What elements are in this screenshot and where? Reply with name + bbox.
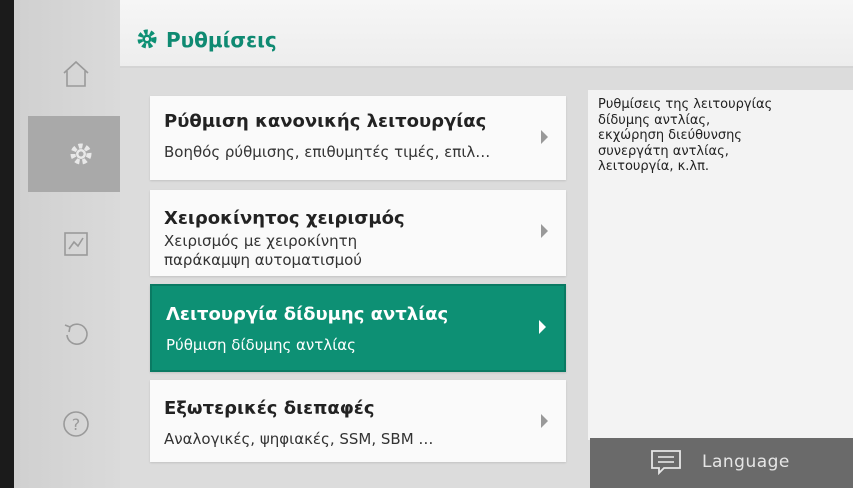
page-title: Ρυθμίσεις bbox=[166, 28, 277, 52]
menu-item-title: Ρύθμιση κανονικής λειτουργίας bbox=[164, 111, 487, 132]
menu-item-subtitle: Ρύθμιση δίδυμης αντλίας bbox=[166, 336, 356, 354]
sidebar-item-settings[interactable] bbox=[28, 116, 134, 192]
menu-item-normal-operation[interactable]: Ρύθμιση κανονικής λειτουργίας Βοηθός ρύθ… bbox=[150, 96, 566, 180]
chevron-right-icon bbox=[541, 414, 548, 428]
menu-item-title: Εξωτερικές διεπαφές bbox=[164, 398, 375, 419]
language-pointer bbox=[700, 478, 720, 488]
home-icon bbox=[63, 60, 89, 87]
sidebar-item-restore[interactable] bbox=[30, 296, 122, 372]
settings-icon bbox=[70, 143, 92, 165]
menu-item-subtitle: Χειρισμός με χειροκίνητη παράκαμψη αυτομ… bbox=[164, 232, 362, 269]
menu-item-title: Λειτουργία δίδυμης αντλίας bbox=[166, 304, 449, 325]
menu-item-title: Χειροκίνητος χειρισμός bbox=[164, 208, 405, 229]
language-button[interactable]: Language bbox=[590, 438, 853, 488]
svg-text:?: ? bbox=[72, 415, 81, 434]
info-text: Ρυθμίσεις της λειτουργίας δίδυμης αντλία… bbox=[598, 97, 773, 174]
restore-icon bbox=[64, 323, 88, 345]
device-bezel bbox=[0, 0, 14, 488]
sidebar-item-help[interactable]: ? bbox=[30, 386, 122, 462]
main-content: Ρύθμιση κανονικής λειτουργίας Βοηθός ρύθ… bbox=[120, 68, 853, 488]
menu-item-subtitle: Βοηθός ρύθμισης, επιθυμητές τιμές, επιλ… bbox=[164, 143, 491, 161]
menu-item-twin-pump[interactable]: Λειτουργία δίδυμης αντλίας Ρύθμιση δίδυμ… bbox=[150, 284, 566, 372]
menu-item-subtitle: Αναλογικές, ψηφιακές, SSM, SBM … bbox=[164, 430, 434, 448]
chart-icon bbox=[64, 232, 88, 256]
chevron-right-icon bbox=[539, 320, 546, 334]
gear-icon bbox=[137, 29, 157, 49]
chevron-right-icon bbox=[541, 130, 548, 144]
info-panel: Ρυθμίσεις της λειτουργίας δίδυμης αντλία… bbox=[588, 90, 853, 440]
menu-item-manual-control[interactable]: Χειροκίνητος χειρισμός Χειρισμός με χειρ… bbox=[150, 190, 566, 276]
sidebar-item-diagnostics[interactable] bbox=[30, 206, 122, 282]
header-bar: Ρυθμίσεις bbox=[120, 0, 853, 68]
language-label: Language bbox=[702, 452, 790, 472]
menu-item-external-interfaces[interactable]: Εξωτερικές διεπαφές Αναλογικές, ψηφιακές… bbox=[150, 380, 566, 462]
sidebar-item-home[interactable] bbox=[30, 36, 122, 112]
chat-icon bbox=[651, 450, 681, 475]
chevron-right-icon bbox=[541, 224, 548, 238]
help-icon: ? bbox=[63, 411, 89, 437]
sidebar: ? bbox=[14, 0, 134, 488]
